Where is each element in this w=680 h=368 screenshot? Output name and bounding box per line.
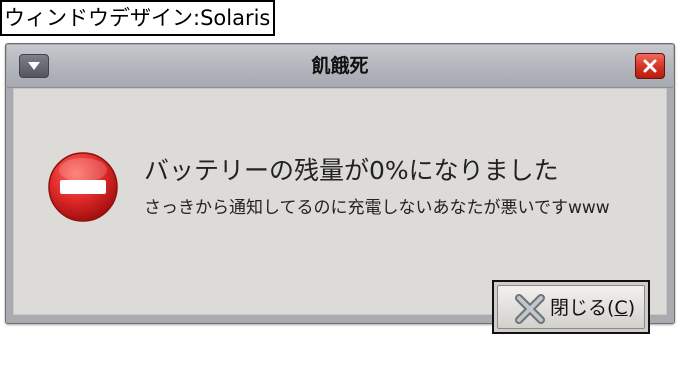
close-button-mnemonic: C: [614, 297, 628, 319]
design-caption: ウィンドウデザイン:Solaris: [0, 0, 276, 36]
dialog-content: バッテリーの残量が0%になりました さっきから通知してるのに充電しないあなたが悪…: [13, 88, 667, 334]
dialog-message: さっきから通知してるのに充電しないあなたが悪いですwww: [144, 198, 610, 218]
close-button-label-suffix: ): [627, 297, 636, 319]
close-button[interactable]: 閉じる(C): [492, 280, 650, 334]
dialog-heading: バッテリーの残量が0%になりました: [144, 156, 559, 185]
error-icon: [48, 152, 118, 222]
close-button-face: 閉じる(C): [497, 285, 645, 329]
chevron-down-icon: [28, 62, 40, 70]
close-button-label-prefix: 閉じる(: [550, 297, 615, 319]
close-x-icon: [515, 294, 545, 324]
window-close-button[interactable]: [635, 53, 665, 79]
title-bar[interactable]: 飢餓死: [7, 45, 673, 88]
close-button-label: 閉じる(C): [550, 286, 635, 330]
close-icon: [643, 59, 657, 73]
window-menu-button[interactable]: [19, 54, 49, 78]
dialog-window: 飢餓死 バッテリーの残量が0%になりました さっきから通知してるのに充電しないあ…: [5, 43, 675, 334]
window-title: 飢餓死: [311, 55, 369, 77]
